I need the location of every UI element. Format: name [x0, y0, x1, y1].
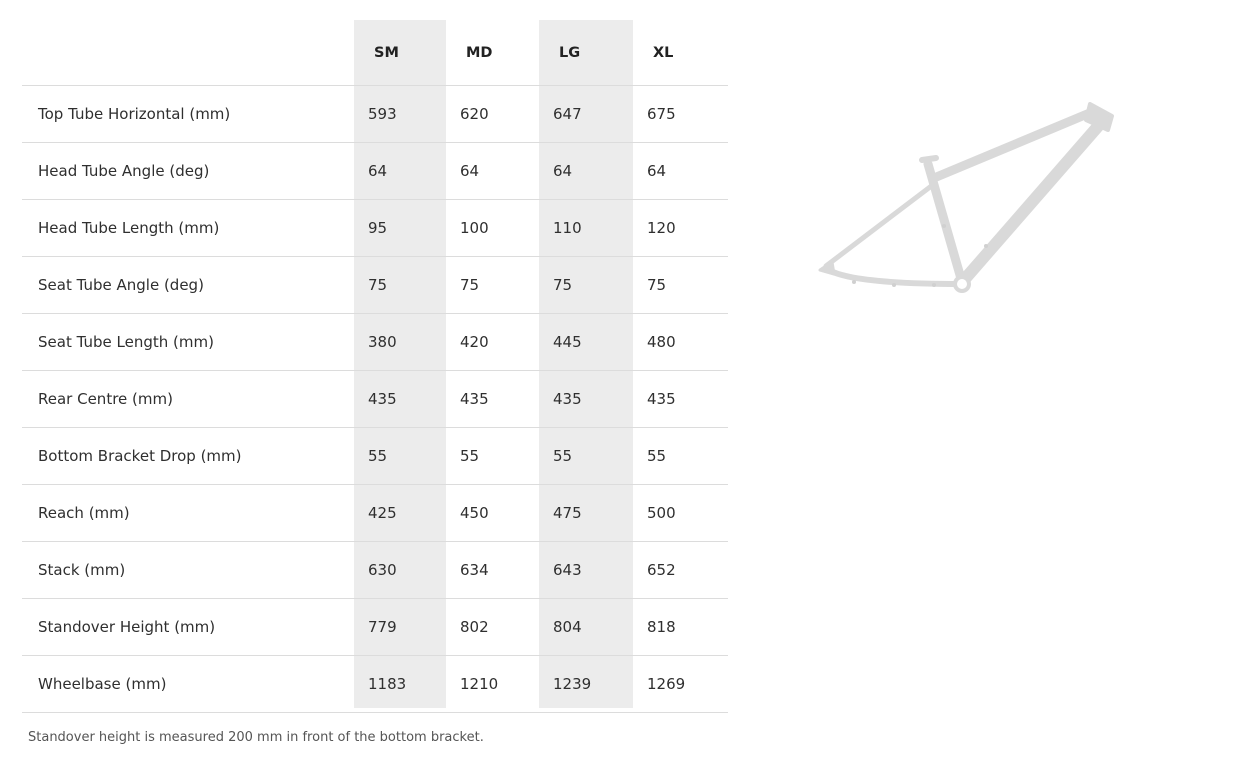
- cell-value: 630: [354, 541, 446, 599]
- cell-value: 634: [446, 541, 539, 599]
- cell-value: 420: [446, 313, 539, 371]
- size-header-sm: SM: [354, 20, 446, 86]
- table-row: Head Tube Length (mm) 95 100 110 120: [22, 199, 728, 257]
- row-label: Standover Height (mm): [22, 598, 354, 656]
- cell-value: 804: [539, 598, 633, 656]
- cell-value: 1269: [633, 655, 728, 713]
- table-row: Head Tube Angle (deg) 64 64 64 64: [22, 142, 728, 200]
- row-label: Wheelbase (mm): [22, 655, 354, 713]
- size-header-md: MD: [446, 20, 539, 86]
- cell-value: 500: [633, 484, 728, 542]
- size-header-lg: LG: [539, 20, 633, 86]
- cell-value: 1183: [354, 655, 446, 713]
- cell-value: 64: [633, 142, 728, 200]
- size-header-row: SM MD LG XL: [22, 20, 728, 86]
- cell-value: 75: [539, 256, 633, 314]
- cell-value: 475: [539, 484, 633, 542]
- table-row: Wheelbase (mm) 1183 1210 1239 1269: [22, 655, 728, 713]
- cell-value: 380: [354, 313, 446, 371]
- cell-value: 64: [446, 142, 539, 200]
- cell-value: 435: [633, 370, 728, 428]
- cell-value: 435: [354, 370, 446, 428]
- cell-value: 110: [539, 199, 633, 257]
- cell-value: 75: [633, 256, 728, 314]
- cell-value: 64: [354, 142, 446, 200]
- table-row: Stack (mm) 630 634 643 652: [22, 541, 728, 599]
- cell-value: 95: [354, 199, 446, 257]
- row-label: Head Tube Length (mm): [22, 199, 354, 257]
- cell-value: 55: [354, 427, 446, 485]
- cell-value: 100: [446, 199, 539, 257]
- table-row: Bottom Bracket Drop (mm) 55 55 55 55: [22, 427, 728, 485]
- cell-value: 593: [354, 85, 446, 143]
- cell-value: 425: [354, 484, 446, 542]
- cell-value: 1210: [446, 655, 539, 713]
- cell-value: 75: [446, 256, 539, 314]
- cell-value: 75: [354, 256, 446, 314]
- row-label: Reach (mm): [22, 484, 354, 542]
- row-label: Head Tube Angle (deg): [22, 142, 354, 200]
- cell-value: 445: [539, 313, 633, 371]
- table-row: Top Tube Horizontal (mm) 593 620 647 675: [22, 85, 728, 143]
- row-label: Top Tube Horizontal (mm): [22, 85, 354, 143]
- table-row: Standover Height (mm) 779 802 804 818: [22, 598, 728, 656]
- cell-value: 818: [633, 598, 728, 656]
- table-row: Rear Centre (mm) 435 435 435 435: [22, 370, 728, 428]
- cell-value: 435: [539, 370, 633, 428]
- geometry-table: SM MD LG XL Top Tube Horizontal (mm) 593…: [22, 20, 728, 713]
- table-row: Reach (mm) 425 450 475 500: [22, 484, 728, 542]
- row-label: Bottom Bracket Drop (mm): [22, 427, 354, 485]
- cell-value: 64: [539, 142, 633, 200]
- cell-value: 55: [539, 427, 633, 485]
- cell-value: 120: [633, 199, 728, 257]
- row-label: Stack (mm): [22, 541, 354, 599]
- standover-footnote: Standover height is measured 200 mm in f…: [28, 730, 484, 745]
- cell-value: 55: [446, 427, 539, 485]
- size-header-xl: XL: [633, 20, 728, 86]
- row-label: Seat Tube Length (mm): [22, 313, 354, 371]
- row-label: Seat Tube Angle (deg): [22, 256, 354, 314]
- cell-value: 675: [633, 85, 728, 143]
- cell-value: 55: [633, 427, 728, 485]
- cell-value: 450: [446, 484, 539, 542]
- cell-value: 435: [446, 370, 539, 428]
- bike-frame-icon: [818, 102, 1114, 293]
- row-label: Rear Centre (mm): [22, 370, 354, 428]
- cell-value: 802: [446, 598, 539, 656]
- header-label-cell: [22, 20, 354, 86]
- cell-value: 779: [354, 598, 446, 656]
- cell-value: 652: [633, 541, 728, 599]
- table-row: Seat Tube Length (mm) 380 420 445 480: [22, 313, 728, 371]
- cell-value: 643: [539, 541, 633, 599]
- cell-value: 620: [446, 85, 539, 143]
- cell-value: 480: [633, 313, 728, 371]
- cell-value: 647: [539, 85, 633, 143]
- cell-value: 1239: [539, 655, 633, 713]
- table-row: Seat Tube Angle (deg) 75 75 75 75: [22, 256, 728, 314]
- geometry-table-container: SM MD LG XL Top Tube Horizontal (mm) 593…: [22, 20, 728, 713]
